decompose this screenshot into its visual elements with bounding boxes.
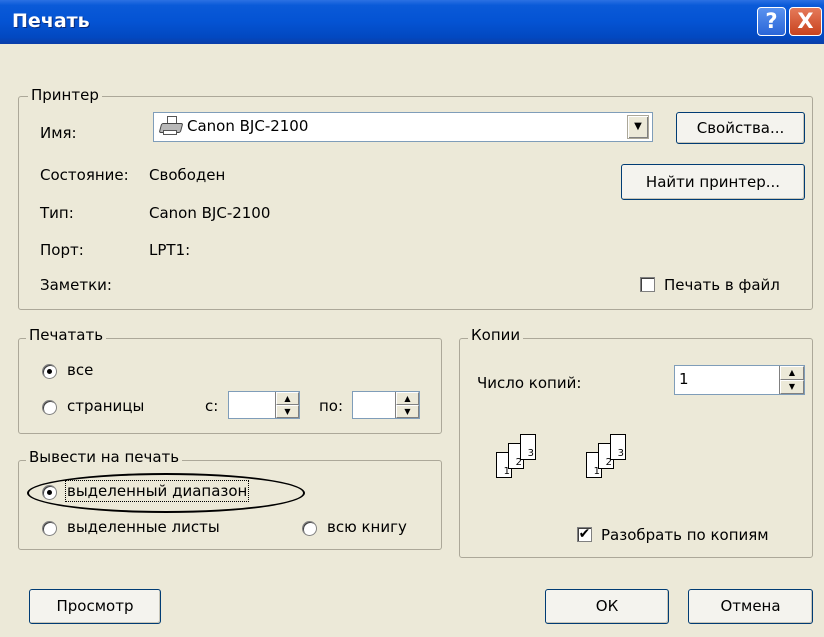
radio-all[interactable] bbox=[42, 364, 57, 379]
find-printer-button[interactable]: Найти принтер... bbox=[621, 164, 805, 200]
print-to-file-checkbox[interactable] bbox=[640, 277, 655, 292]
to-spinner[interactable]: ▲ ▼ bbox=[352, 391, 420, 419]
spin-up-icon[interactable]: ▲ bbox=[396, 392, 419, 405]
spin-up-icon[interactable]: ▲ bbox=[276, 392, 299, 405]
radio-pages[interactable] bbox=[42, 400, 57, 415]
spin-down-icon[interactable]: ▼ bbox=[780, 380, 804, 394]
radio-all-label[interactable]: все bbox=[67, 361, 93, 379]
copies-count-value[interactable]: 1 bbox=[679, 370, 689, 388]
port-label: Порт: bbox=[40, 241, 84, 259]
from-spinner[interactable]: ▲ ▼ bbox=[228, 391, 300, 419]
chevron-down-icon[interactable]: ▼ bbox=[627, 115, 649, 139]
to-spinner-buttons[interactable]: ▲ ▼ bbox=[395, 392, 419, 418]
find-printer-button-label: Найти принтер... bbox=[645, 173, 781, 191]
status-label: Состояние: bbox=[40, 166, 129, 184]
print-what-legend: Вывести на печать bbox=[26, 448, 183, 466]
window-title: Печать bbox=[12, 10, 90, 32]
properties-button-label: Свойства... bbox=[696, 119, 785, 137]
preview-button-label: Просмотр bbox=[56, 597, 134, 615]
to-label: по: bbox=[319, 397, 344, 415]
collate-set-2-icon: 1 2 3 bbox=[586, 434, 646, 494]
radio-sheets-label[interactable]: выделенные листы bbox=[67, 518, 220, 536]
ok-button-label: ОК bbox=[595, 597, 619, 615]
highlight-oval bbox=[27, 473, 305, 513]
from-spinner-buttons[interactable]: ▲ ▼ bbox=[275, 392, 299, 418]
type-label: Тип: bbox=[40, 204, 74, 222]
printer-icon bbox=[158, 116, 184, 136]
type-value: Canon BJC-2100 bbox=[149, 204, 271, 222]
port-value: LPT1: bbox=[149, 241, 191, 259]
radio-workbook-label[interactable]: всю книгу bbox=[327, 518, 407, 536]
copies-spinner-buttons[interactable]: ▲ ▼ bbox=[779, 366, 804, 394]
status-value: Свободен bbox=[149, 166, 226, 184]
preview-button[interactable]: Просмотр bbox=[29, 589, 161, 624]
print-range-legend: Печатать bbox=[26, 326, 107, 344]
title-bar[interactable] bbox=[0, 0, 824, 44]
printer-group-legend: Принтер bbox=[28, 86, 102, 104]
copies-count-label: Число копий: bbox=[477, 374, 582, 392]
spin-down-icon[interactable]: ▼ bbox=[396, 405, 419, 418]
collate-label[interactable]: Разобрать по копиям bbox=[601, 526, 769, 544]
print-range-group bbox=[18, 338, 442, 434]
collate-page-3: 3 bbox=[617, 448, 624, 459]
properties-button[interactable]: Свойства... bbox=[676, 112, 805, 144]
from-label: с: bbox=[205, 397, 219, 415]
collate-set-1-icon: 1 2 3 bbox=[496, 434, 556, 494]
close-button[interactable]: X bbox=[789, 7, 822, 36]
print-to-file-label[interactable]: Печать в файл bbox=[664, 276, 780, 294]
help-button[interactable]: ? bbox=[757, 7, 786, 36]
spin-up-icon[interactable]: ▲ bbox=[780, 366, 804, 380]
collate-checkbox[interactable]: ✔ bbox=[577, 527, 592, 542]
cancel-button-label: Отмена bbox=[720, 597, 781, 615]
copies-legend: Копии bbox=[468, 326, 524, 344]
printer-name-value: Canon BJC-2100 bbox=[187, 117, 309, 135]
printer-name-label: Имя: bbox=[40, 124, 77, 142]
ok-button[interactable]: ОК bbox=[545, 589, 669, 624]
copies-count-spinner[interactable]: 1 ▲ ▼ bbox=[674, 365, 805, 395]
notes-label: Заметки: bbox=[40, 276, 112, 294]
radio-pages-label[interactable]: страницы bbox=[67, 397, 144, 415]
cancel-button[interactable]: Отмена bbox=[688, 589, 813, 624]
spin-down-icon[interactable]: ▼ bbox=[276, 405, 299, 418]
radio-workbook[interactable] bbox=[302, 521, 317, 536]
radio-sheets[interactable] bbox=[42, 521, 57, 536]
collate-page-3: 3 bbox=[527, 448, 534, 459]
